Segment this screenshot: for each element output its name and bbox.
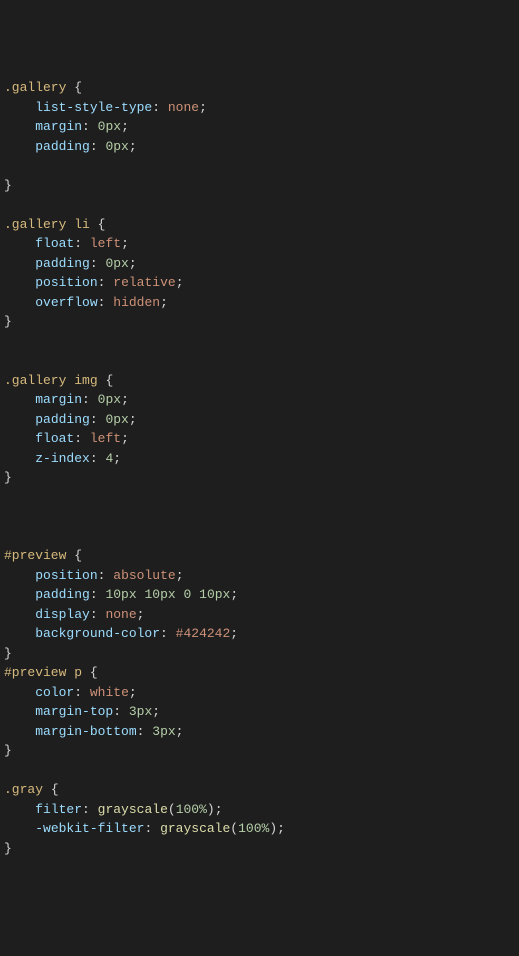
css-code-block[interactable]: .gallery { list-style-type: none; margin… [0,78,519,858]
